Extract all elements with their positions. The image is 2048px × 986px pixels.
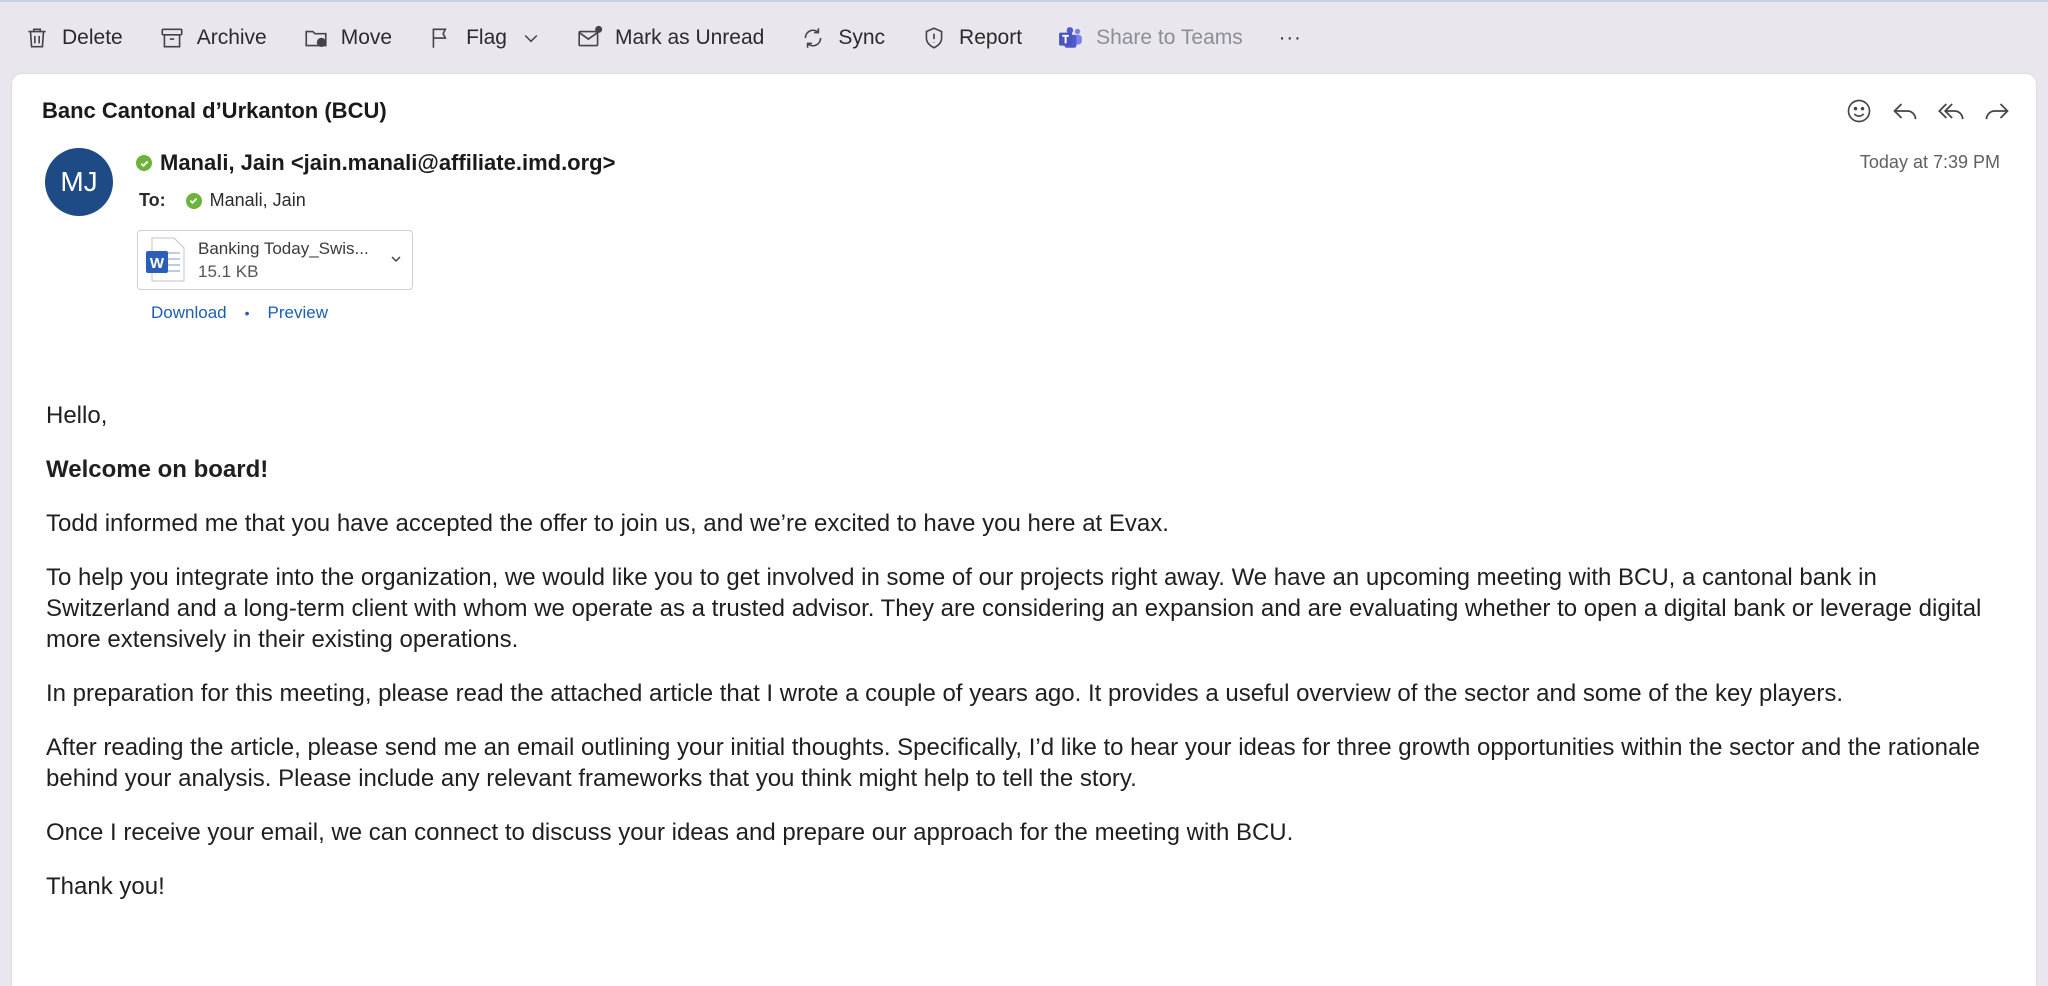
flag-label: Flag xyxy=(466,26,507,49)
presence-available-icon xyxy=(185,192,202,209)
greeting: Hello, xyxy=(46,402,108,429)
smiley-icon xyxy=(1847,99,1871,123)
recipient-name[interactable]: Manali, Jain xyxy=(210,190,306,211)
email-subject: Banc Cantonal d’Urkanton (BCU) xyxy=(42,98,387,123)
reading-pane: Banc Cantonal d’Urkanton (BCU) MJ Manali… xyxy=(12,74,2036,986)
delete-button[interactable]: Delete xyxy=(10,15,137,61)
sync-button[interactable]: Sync xyxy=(786,15,899,61)
report-button[interactable]: Report xyxy=(907,15,1036,61)
paragraph: Todd informed me that you have accepted … xyxy=(46,510,1169,537)
download-link[interactable]: Download xyxy=(151,303,227,323)
reply-all-icon xyxy=(1938,103,1964,120)
recipients-row: To: Manali, Jain xyxy=(139,190,306,211)
more-options-button[interactable]: ··· xyxy=(1265,15,1316,61)
forward-button[interactable] xyxy=(1980,94,2014,128)
shield-alert-icon xyxy=(925,27,943,49)
attachment-links: Download • Preview xyxy=(151,303,328,323)
paragraph: In preparation for this meeting, please … xyxy=(46,680,1843,707)
word-doc-icon: W xyxy=(146,237,186,283)
forward-icon xyxy=(1985,103,2009,120)
move-button[interactable]: Move xyxy=(289,15,406,61)
emoji-reaction-button[interactable] xyxy=(1842,94,1876,128)
sender-row: Manali, Jain <jain.manali@affiliate.imd.… xyxy=(136,150,615,176)
archive-button[interactable]: Archive xyxy=(145,15,281,61)
envelope-unread-icon xyxy=(578,25,603,47)
toolbar: Delete Archive Move Flag Mark as Unread … xyxy=(0,0,2048,74)
email-body: Hello, Welcome on board! Todd informed m… xyxy=(46,400,1996,925)
flag-button[interactable]: Flag xyxy=(414,15,555,61)
teams-icon xyxy=(1059,27,1082,48)
sender-name[interactable]: Manali, Jain <jain.manali@affiliate.imd.… xyxy=(160,150,615,176)
svg-text:W: W xyxy=(150,255,165,272)
separator-dot: • xyxy=(244,305,250,321)
reply-button[interactable] xyxy=(1888,94,1922,128)
paragraph: To help you integrate into the organizat… xyxy=(46,564,1982,653)
to-label: To: xyxy=(139,190,166,210)
attachment-card[interactable]: W Banking Today_Swis... 15.1 KB xyxy=(137,230,413,290)
archive-label: Archive xyxy=(196,26,267,49)
closing: Thank you! xyxy=(46,873,165,900)
more-icon: ··· xyxy=(1278,26,1302,49)
archive-icon xyxy=(161,28,183,48)
attachment-name: Banking Today_Swis... xyxy=(198,238,369,258)
avatar[interactable]: MJ xyxy=(45,148,113,216)
report-label: Report xyxy=(959,26,1023,49)
preview-link[interactable]: Preview xyxy=(268,303,328,323)
paragraph: Once I receive your email, we can connec… xyxy=(46,819,1294,846)
share-teams-button[interactable]: Share to Teams xyxy=(1044,15,1257,61)
presence-available-icon xyxy=(136,155,152,171)
paragraph: After reading the article, please send m… xyxy=(46,734,1980,792)
trash-icon xyxy=(28,28,46,48)
folder-move-icon xyxy=(305,30,327,47)
mark-unread-label: Mark as Unread xyxy=(614,26,765,49)
reply-icon xyxy=(1893,103,1917,120)
reply-all-button[interactable] xyxy=(1934,94,1968,128)
mark-unread-button[interactable]: Mark as Unread xyxy=(563,15,778,61)
attachment-size: 15.1 KB xyxy=(198,261,259,281)
delete-label: Delete xyxy=(62,26,123,49)
sync-icon xyxy=(804,28,822,48)
sync-label: Sync xyxy=(838,26,886,49)
message-actions xyxy=(1830,94,2014,128)
chevron-down-icon[interactable] xyxy=(521,28,541,48)
received-time: Today at 7:39 PM xyxy=(1859,152,2000,172)
flag-icon xyxy=(432,28,447,48)
move-label: Move xyxy=(340,26,393,49)
chevron-down-icon[interactable] xyxy=(388,251,404,267)
share-teams-label: Share to Teams xyxy=(1096,26,1243,49)
welcome-heading: Welcome on board! xyxy=(46,456,269,483)
